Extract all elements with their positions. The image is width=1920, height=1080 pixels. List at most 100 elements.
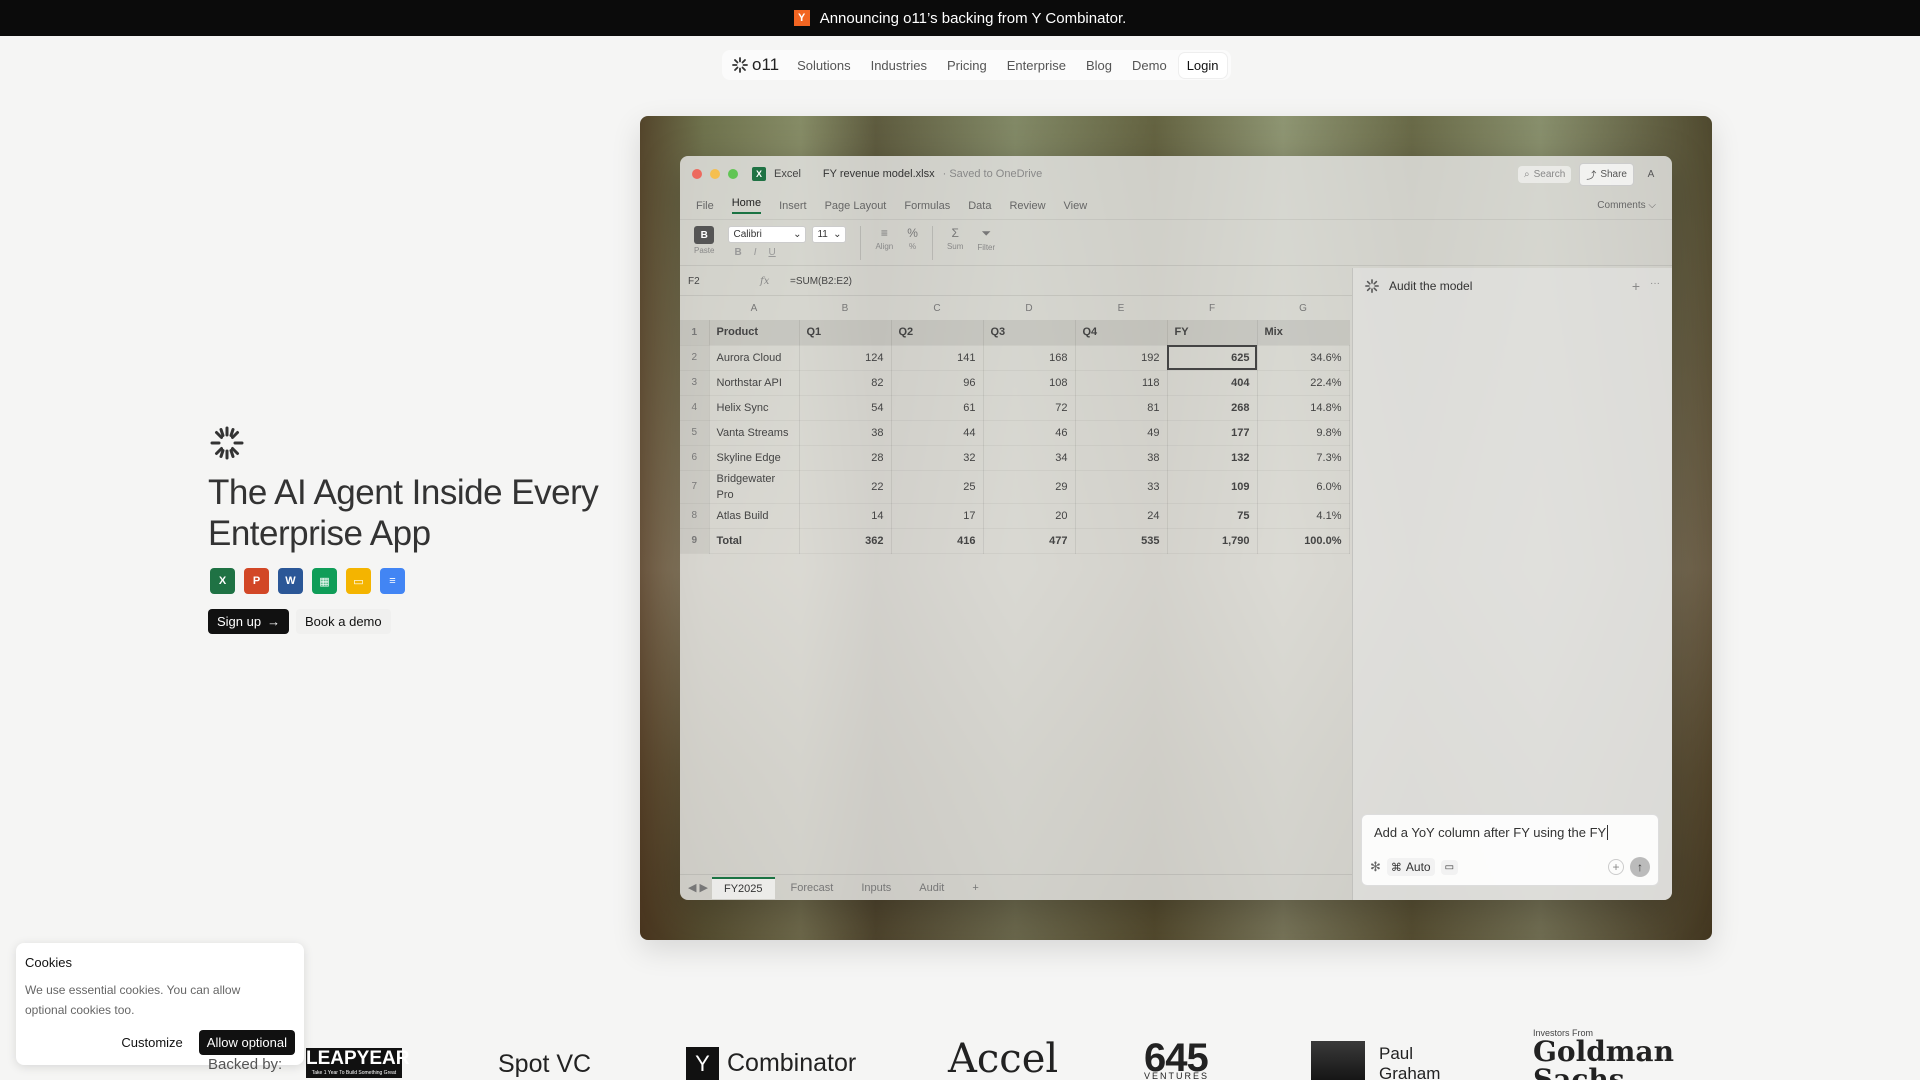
align-button[interactable]: ≡ Align bbox=[875, 226, 893, 251]
column-header[interactable]: G bbox=[1257, 296, 1349, 320]
send-button[interactable]: ↑ bbox=[1630, 857, 1650, 877]
table-cell[interactable]: 22.4% bbox=[1257, 370, 1350, 396]
table-cell[interactable]: 75 bbox=[1167, 503, 1258, 529]
row-number[interactable]: 1 bbox=[680, 320, 710, 346]
tab-home[interactable]: Home bbox=[731, 197, 762, 214]
table-cell[interactable]: 416 bbox=[891, 528, 984, 554]
table-cell[interactable]: 7.3% bbox=[1257, 445, 1350, 471]
table-cell[interactable]: 34.6% bbox=[1257, 345, 1350, 371]
row-number[interactable]: 3 bbox=[680, 370, 710, 396]
percent-button[interactable]: % % bbox=[907, 226, 918, 251]
table-cell[interactable]: 4.1% bbox=[1257, 503, 1350, 529]
announcement-bar[interactable]: Y Announcing o11’s backing from Y Combin… bbox=[0, 0, 1920, 36]
row-number[interactable]: 4 bbox=[680, 395, 710, 421]
table-cell[interactable]: 34 bbox=[983, 445, 1076, 471]
column-header[interactable]: E bbox=[1075, 296, 1167, 320]
corner-cell[interactable] bbox=[680, 296, 709, 320]
minimize-dot-icon[interactable] bbox=[710, 169, 720, 179]
font-size-select[interactable]: 11 ⌄ bbox=[812, 226, 847, 243]
nav-blog[interactable]: Blog bbox=[1078, 53, 1120, 78]
maximize-dot-icon[interactable] bbox=[728, 169, 738, 179]
header-cell[interactable]: Q2 bbox=[891, 320, 984, 346]
table-cell[interactable]: 96 bbox=[891, 370, 984, 396]
table-cell[interactable]: 132 bbox=[1167, 445, 1258, 471]
row-number[interactable]: 2 bbox=[680, 345, 710, 371]
table-cell[interactable]: 268 bbox=[1167, 395, 1258, 421]
header-cell[interactable]: Mix bbox=[1257, 320, 1350, 346]
table-cell[interactable]: 14.8% bbox=[1257, 395, 1350, 421]
tab-formulas[interactable]: Formulas bbox=[904, 200, 950, 212]
table-cell[interactable]: 168 bbox=[983, 345, 1076, 371]
avatar[interactable]: A bbox=[1642, 169, 1660, 180]
comments-button[interactable]: Comments ⌵ bbox=[1597, 200, 1656, 211]
table-cell[interactable]: 109 bbox=[1167, 470, 1258, 504]
tab-view[interactable]: View bbox=[1064, 200, 1088, 212]
header-cell[interactable]: Product bbox=[709, 320, 800, 346]
table-cell[interactable]: 124 bbox=[799, 345, 892, 371]
italic-button[interactable]: I bbox=[754, 247, 757, 258]
header-cell[interactable]: FY bbox=[1167, 320, 1258, 346]
tab-insert[interactable]: Insert bbox=[779, 200, 807, 212]
table-cell[interactable]: 404 bbox=[1167, 370, 1258, 396]
mode-selector[interactable]: ⌘ Auto bbox=[1386, 858, 1435, 876]
table-cell[interactable]: 28 bbox=[799, 445, 892, 471]
table-cell[interactable]: 32 bbox=[891, 445, 984, 471]
table-cell[interactable]: 14 bbox=[799, 503, 892, 529]
table-cell[interactable]: 29 bbox=[983, 470, 1076, 504]
tab-file[interactable]: File bbox=[696, 200, 714, 212]
agent-prompt-input[interactable]: Add a YoY column after FY using the FY bbox=[1362, 815, 1658, 850]
table-cell[interactable]: 477 bbox=[983, 528, 1076, 554]
table-cell[interactable]: 362 bbox=[799, 528, 892, 554]
table-cell[interactable]: 46 bbox=[983, 420, 1076, 446]
table-cell[interactable]: 6.0% bbox=[1257, 470, 1350, 504]
table-cell[interactable]: 9.8% bbox=[1257, 420, 1350, 446]
table-cell[interactable]: 535 bbox=[1075, 528, 1168, 554]
table-cell[interactable]: 192 bbox=[1075, 345, 1168, 371]
table-cell[interactable]: Atlas Build bbox=[709, 503, 800, 529]
book-demo-button[interactable]: Book a demo bbox=[296, 609, 391, 634]
table-cell[interactable]: 25 bbox=[891, 470, 984, 504]
row-number[interactable]: 5 bbox=[680, 420, 710, 446]
more-icon[interactable]: ··· bbox=[1650, 278, 1660, 294]
table-cell[interactable]: 38 bbox=[799, 420, 892, 446]
table-cell[interactable]: Total bbox=[709, 528, 800, 554]
table-cell[interactable]: 118 bbox=[1075, 370, 1168, 396]
nav-industries[interactable]: Industries bbox=[863, 53, 935, 78]
table-cell[interactable]: Skyline Edge bbox=[709, 445, 800, 471]
customize-button[interactable]: Customize bbox=[115, 1031, 188, 1054]
login-button[interactable]: Login bbox=[1178, 52, 1227, 78]
nav-pricing[interactable]: Pricing bbox=[939, 53, 995, 78]
table-cell[interactable]: Bridgewater Pro bbox=[709, 470, 800, 504]
nav-enterprise[interactable]: Enterprise bbox=[999, 53, 1074, 78]
table-cell[interactable]: 44 bbox=[891, 420, 984, 446]
table-cell[interactable]: 108 bbox=[983, 370, 1076, 396]
table-cell[interactable]: Northstar API bbox=[709, 370, 800, 396]
table-cell[interactable]: 100.0% bbox=[1257, 528, 1350, 554]
sheet-tab-inputs[interactable]: Inputs bbox=[849, 878, 903, 898]
sheet-nav-arrows-icon[interactable]: ◀ ▶ bbox=[688, 881, 708, 894]
table-cell[interactable]: 72 bbox=[983, 395, 1076, 421]
table-cell[interactable]: 1,790 bbox=[1167, 528, 1258, 554]
table-cell[interactable]: 81 bbox=[1075, 395, 1168, 421]
column-header[interactable]: C bbox=[891, 296, 983, 320]
table-cell[interactable]: 54 bbox=[799, 395, 892, 421]
add-sheet-button[interactable]: + bbox=[960, 878, 990, 898]
settings-icon[interactable]: ✻ bbox=[1370, 859, 1381, 875]
nav-demo[interactable]: Demo bbox=[1124, 53, 1175, 78]
tab-review[interactable]: Review bbox=[1009, 200, 1045, 212]
tab-data[interactable]: Data bbox=[968, 200, 991, 212]
close-dot-icon[interactable] bbox=[692, 169, 702, 179]
table-cell[interactable]: 82 bbox=[799, 370, 892, 396]
header-cell[interactable]: Q4 bbox=[1075, 320, 1168, 346]
announcement-text[interactable]: Announcing o11’s backing from Y Combinat… bbox=[820, 10, 1127, 27]
table-cell[interactable]: 33 bbox=[1075, 470, 1168, 504]
table-cell[interactable]: 24 bbox=[1075, 503, 1168, 529]
column-header[interactable]: D bbox=[983, 296, 1075, 320]
sheet-tab-audit[interactable]: Audit bbox=[907, 878, 956, 898]
table-cell[interactable]: 38 bbox=[1075, 445, 1168, 471]
folder-icon[interactable]: ▭ bbox=[1440, 859, 1459, 875]
new-chat-icon[interactable]: + bbox=[1632, 278, 1640, 294]
table-cell[interactable]: Aurora Cloud bbox=[709, 345, 800, 371]
row-number[interactable]: 7 bbox=[680, 470, 710, 504]
tab-page-layout[interactable]: Page Layout bbox=[825, 200, 887, 212]
